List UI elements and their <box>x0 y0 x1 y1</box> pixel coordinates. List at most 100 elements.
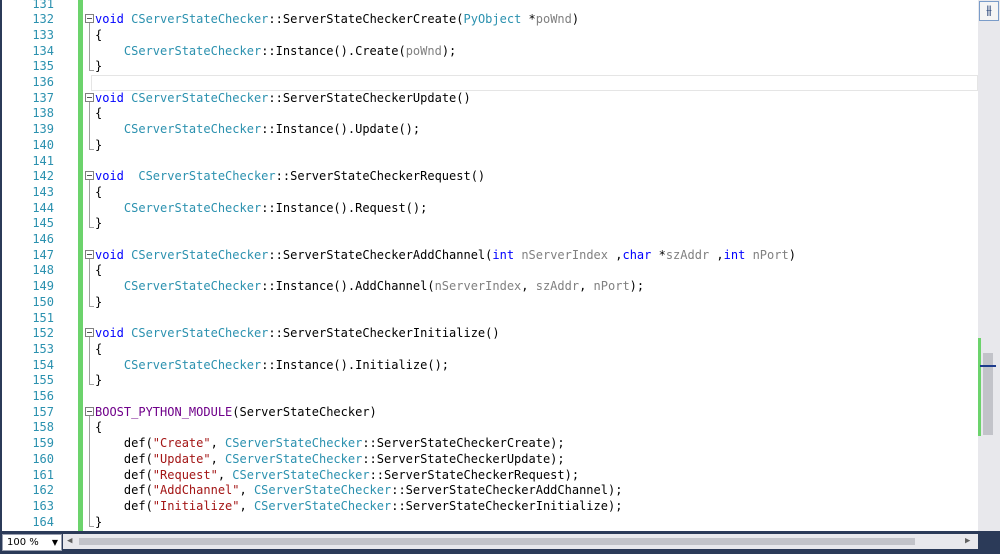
code-text: void CServerStateChecker::ServerStateChe… <box>95 325 500 341</box>
code-token: ::ServerStateCheckerRequest() <box>275 169 486 184</box>
line-number: 133 <box>32 27 54 42</box>
fold-guide-end <box>89 525 94 527</box>
code-editor[interactable]: 131 132 133 134 135 136 137 138 139 140 141 142 143 1… <box>2 0 978 531</box>
code-token: , <box>521 279 536 294</box>
editor-window: 131 132 133 134 135 136 137 138 139 140 141 142 143 1… <box>0 0 1000 554</box>
line-number: 157 <box>32 404 54 419</box>
code-line: } <box>83 514 978 530</box>
code-token: def( <box>95 467 153 482</box>
code-line: CServerStateChecker::Instance().Update()… <box>83 121 978 137</box>
code-line: def("Create", CServerStateChecker::Serve… <box>83 435 978 451</box>
line-number: 152 <box>32 326 54 341</box>
code-text: void CServerStateChecker::ServerStateChe… <box>95 11 579 27</box>
split-window-icon[interactable]: ⫵ <box>979 1 999 21</box>
code-line: void CServerStateChecker::ServerStateChe… <box>83 168 978 184</box>
code-token: CServerStateChecker <box>123 357 262 372</box>
line-number: 148 <box>32 263 54 278</box>
zoom-value: 100 % <box>7 537 39 548</box>
code-text: CServerStateChecker::Instance().Update()… <box>95 121 420 137</box>
fold-guide <box>89 337 90 385</box>
code-line: { <box>83 27 978 43</box>
code-token: int <box>723 247 746 262</box>
collapse-icon[interactable] <box>85 92 94 102</box>
code-token: { <box>95 263 103 278</box>
code-text: def("Request", CServerStateChecker::Serv… <box>95 467 579 483</box>
scrollbar-caret-marker <box>980 365 996 367</box>
line-number: 132 <box>32 12 54 27</box>
code-token: CServerStateChecker <box>225 451 363 466</box>
code-token: , <box>210 451 226 466</box>
zoom-dropdown[interactable]: 100 % ▼ <box>2 534 62 551</box>
vertical-scrollbar[interactable] <box>978 0 1000 531</box>
line-number: 155 <box>32 373 54 388</box>
code-token: } <box>95 216 103 231</box>
code-area[interactable]: void CServerStateChecker::ServerStateChe… <box>83 0 978 531</box>
code-token: ::Instance().Initialize(); <box>261 357 450 372</box>
line-number: 144 <box>32 200 54 215</box>
code-token: void <box>95 247 124 262</box>
line-number: 139 <box>32 122 54 137</box>
code-line: { <box>83 184 978 200</box>
code-text: void CServerStateChecker::ServerStateChe… <box>95 247 796 263</box>
code-token: ); <box>441 43 457 58</box>
code-line: void CServerStateChecker::ServerStateChe… <box>83 90 978 106</box>
line-number: 135 <box>32 59 54 74</box>
code-token: def( <box>95 498 153 513</box>
code-text: } <box>95 58 102 74</box>
code-line: { <box>83 419 978 435</box>
code-token: CServerStateChecker <box>225 436 363 451</box>
code-token: nServerIndex <box>521 247 609 262</box>
line-number: 154 <box>32 357 54 372</box>
scroll-left-icon[interactable]: ◀ <box>67 534 72 549</box>
code-token: ::ServerStateCheckerUpdate); <box>362 451 565 466</box>
collapse-icon[interactable] <box>85 249 94 259</box>
line-number: 138 <box>32 106 54 121</box>
scrollbar-change-marker <box>978 338 981 436</box>
code-token: (ServerStateChecker) <box>232 404 377 419</box>
scroll-right-icon[interactable]: ▶ <box>965 534 970 549</box>
line-number: 163 <box>32 498 54 513</box>
code-token: { <box>95 341 103 356</box>
code-token: CServerStateChecker <box>131 326 269 341</box>
code-token: , <box>239 498 254 513</box>
code-line: { <box>83 341 978 357</box>
code-token: CServerStateChecker <box>123 200 262 215</box>
code-token: CServerStateChecker <box>123 43 262 58</box>
code-token: { <box>95 420 103 435</box>
code-text: def("Create", CServerStateChecker::Serve… <box>95 435 565 451</box>
collapse-icon[interactable] <box>85 328 94 338</box>
code-line: CServerStateChecker::Instance().Initiali… <box>83 357 978 373</box>
line-number: 134 <box>32 43 54 58</box>
code-token: } <box>95 294 103 309</box>
code-token: { <box>95 106 103 121</box>
line-number: 146 <box>32 232 54 246</box>
code-token: "Request" <box>152 467 218 482</box>
code-line: def("Request", CServerStateChecker::Serv… <box>83 467 978 483</box>
horizontal-scroll-thumb[interactable] <box>79 538 915 545</box>
code-token: * <box>521 12 536 27</box>
code-line: BOOST_PYTHON_MODULE(ServerStateChecker) <box>83 404 978 420</box>
code-token: "Update" <box>152 451 211 466</box>
collapse-icon[interactable] <box>85 406 94 416</box>
code-token: ::Instance().Create( <box>261 43 406 58</box>
code-token: nServerIndex <box>434 279 522 294</box>
fold-guide-end <box>89 227 94 229</box>
code-text: { <box>95 27 102 43</box>
collapse-icon[interactable] <box>85 14 94 24</box>
code-token: } <box>95 514 103 529</box>
code-text: } <box>95 294 102 310</box>
code-token: poWnd <box>535 12 572 27</box>
fold-guide <box>89 180 90 228</box>
fold-guide <box>89 23 90 71</box>
code-token: { <box>95 27 103 42</box>
code-token: ::ServerStateCheckerCreate); <box>362 436 565 451</box>
line-number: 136 <box>32 75 54 89</box>
line-number: 140 <box>32 137 54 152</box>
code-text: BOOST_PYTHON_MODULE(ServerStateChecker) <box>95 404 377 420</box>
collapse-icon[interactable] <box>85 171 94 181</box>
code-token: void <box>95 169 124 184</box>
